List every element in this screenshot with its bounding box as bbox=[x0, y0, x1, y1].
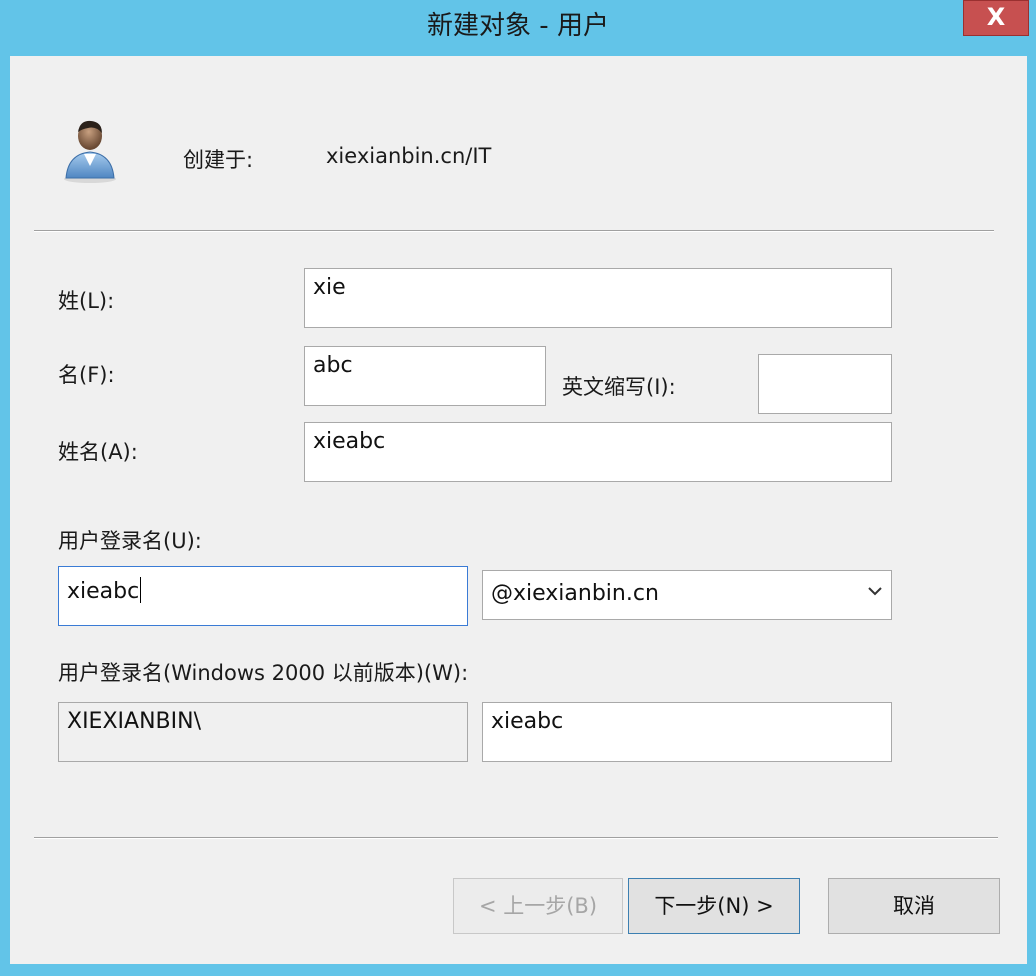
full-name-input[interactable]: xieabc bbox=[304, 422, 892, 482]
pre2000-domain-field: XIEXIANBIN\ bbox=[58, 702, 468, 762]
upn-suffix-dropdown[interactable]: @xiexianbin.cn bbox=[482, 570, 892, 620]
close-button[interactable]: X bbox=[963, 0, 1029, 36]
next-button[interactable]: 下一步(N) > bbox=[628, 878, 800, 934]
cancel-button[interactable]: 取消 bbox=[828, 878, 1000, 934]
dialog-client-area: 创建于: xiexianbin.cn/IT 姓(L): xie 名(F): ab… bbox=[10, 56, 1027, 964]
full-name-label: 姓名(A): bbox=[58, 440, 138, 464]
created-in-value: xiexianbin.cn/IT bbox=[326, 144, 492, 168]
created-in-label: 创建于: bbox=[183, 148, 254, 172]
dialog-window: 新建对象 - 用户 X 创建于: xiexianbin.cn/IT 姓(L): … bbox=[0, 0, 1036, 976]
last-name-label: 姓(L): bbox=[58, 289, 115, 313]
pre2000-logon-label: 用户登录名(Windows 2000 以前版本)(W): bbox=[58, 661, 469, 685]
footer-divider bbox=[34, 837, 998, 839]
last-name-input[interactable]: xie bbox=[304, 268, 892, 328]
logon-name-input[interactable]: xieabc bbox=[58, 566, 468, 626]
text-caret bbox=[140, 577, 142, 603]
logon-name-text: xieabc bbox=[67, 579, 140, 604]
initials-label: 英文缩写(I): bbox=[562, 375, 676, 399]
upn-suffix-value: @xiexianbin.cn bbox=[491, 581, 659, 606]
initials-input[interactable] bbox=[758, 354, 892, 414]
header-divider bbox=[34, 230, 994, 232]
user-icon bbox=[60, 114, 120, 184]
chevron-down-icon bbox=[868, 587, 882, 596]
first-name-input[interactable]: abc bbox=[304, 346, 546, 406]
logon-name-label: 用户登录名(U): bbox=[58, 529, 202, 553]
pre2000-logon-input[interactable]: xieabc bbox=[482, 702, 892, 762]
first-name-label: 名(F): bbox=[58, 363, 115, 387]
back-button[interactable]: < 上一步(B) bbox=[453, 878, 623, 934]
window-title: 新建对象 - 用户 bbox=[427, 11, 609, 41]
